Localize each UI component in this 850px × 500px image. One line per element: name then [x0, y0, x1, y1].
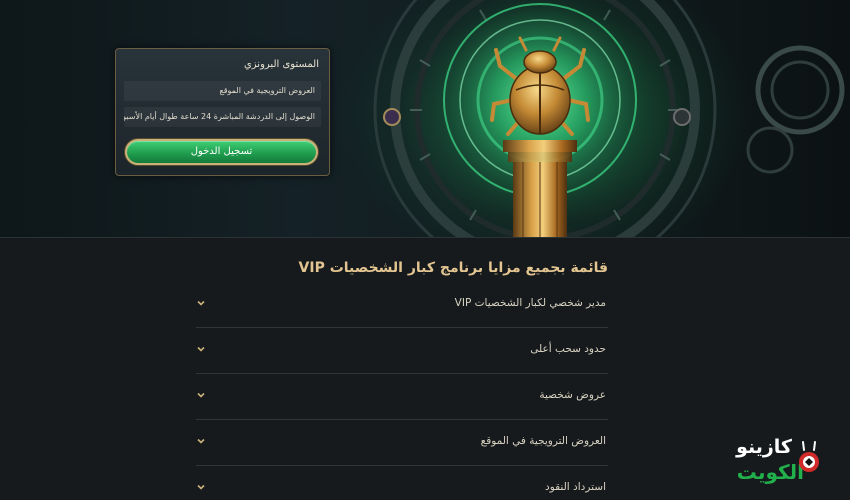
- accordion-item[interactable]: استرداد النقود: [196, 466, 608, 500]
- accordion-label: العروض الترويجية في الموقع: [480, 435, 606, 447]
- accordion-label: استرداد النقود: [545, 481, 606, 493]
- accordion-item[interactable]: عروض شخصية: [196, 374, 608, 420]
- level-title: المستوى البرونزي: [243, 59, 319, 70]
- chevron-down-icon: [197, 300, 205, 306]
- flag-emblem-icon: [799, 441, 819, 472]
- section-title: قائمة بجميع مزايا برنامج كبار الشخصيات V…: [298, 260, 608, 276]
- level-benefit-row: العروض الترويجية في الموقع: [124, 81, 321, 101]
- logo-text-line2: الكويت: [736, 460, 804, 484]
- hero-banner: المستوى البرونزي العروض الترويجية في الم…: [0, 0, 850, 238]
- logo-text-line1: كازينو: [736, 436, 792, 458]
- accordion-label: حدود سحب أعلى: [530, 343, 606, 355]
- level-benefit-row: الوصول إلى الدردشة المباشرة 24 ساعة طوال…: [124, 107, 321, 127]
- accordion-label: عروض شخصية: [539, 389, 606, 401]
- accordion-label: مدير شخصي لكبار الشخصيات VIP: [454, 297, 606, 309]
- login-button[interactable]: تسجيل الدخول: [125, 139, 318, 165]
- chevron-down-icon: [197, 346, 205, 352]
- vip-level-card: المستوى البرونزي العروض الترويجية في الم…: [115, 48, 330, 176]
- chevron-down-icon: [197, 392, 205, 398]
- vip-benefits-section: قائمة بجميع مزايا برنامج كبار الشخصيات V…: [196, 238, 608, 500]
- accordion-item[interactable]: مدير شخصي لكبار الشخصيات VIP: [196, 282, 608, 328]
- chevron-down-icon: [197, 438, 205, 444]
- accordion-item[interactable]: العروض الترويجية في الموقع: [196, 420, 608, 466]
- site-logo[interactable]: كازينو الكويت: [716, 436, 822, 492]
- accordion-item[interactable]: حدود سحب أعلى: [196, 328, 608, 374]
- chevron-down-icon: [197, 484, 205, 490]
